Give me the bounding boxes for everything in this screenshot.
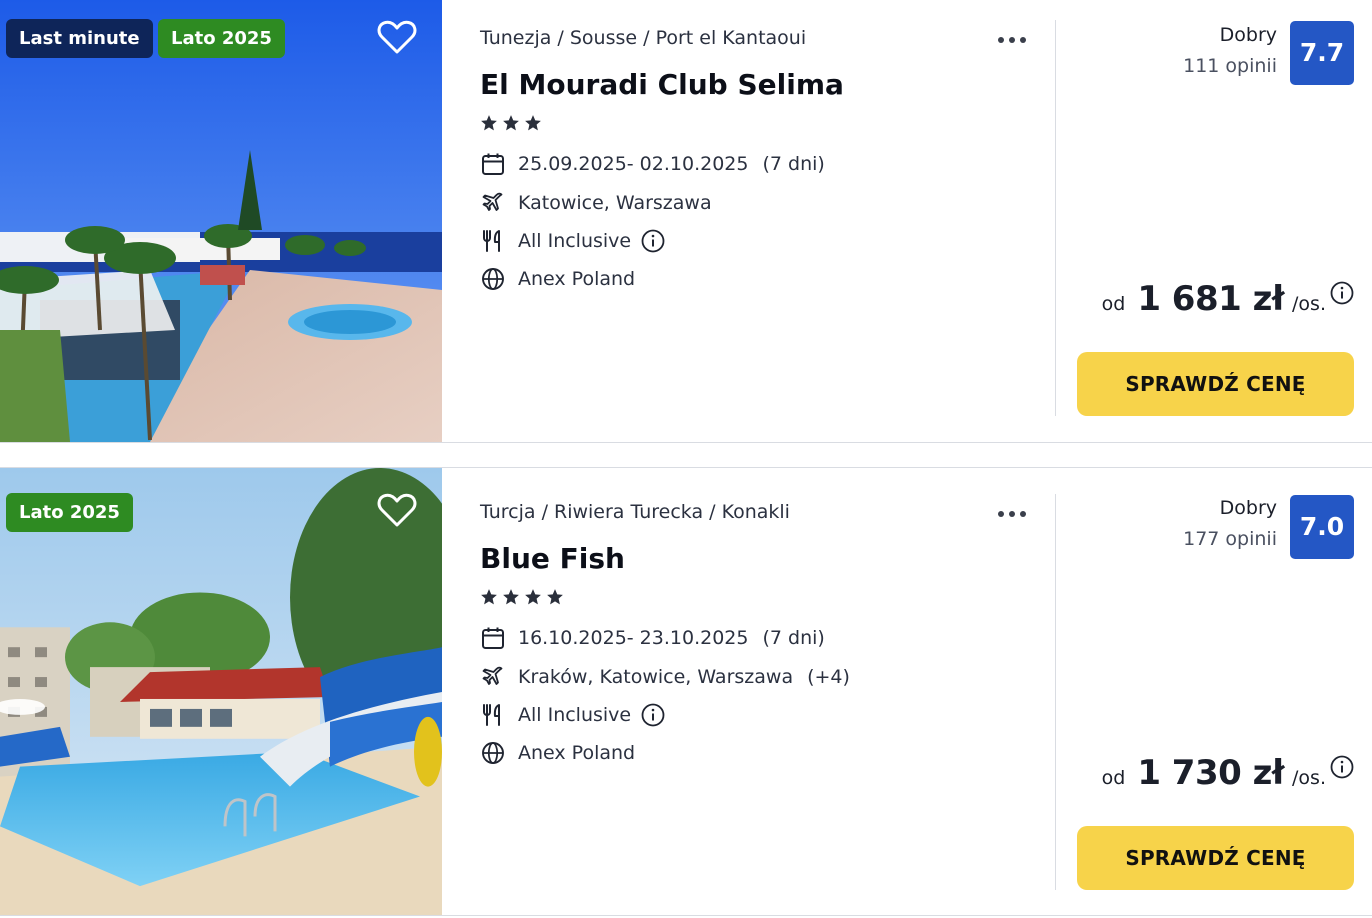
rating-label: Dobry — [1219, 497, 1277, 519]
offer-info: Turcja / Riwiera Turecka / Konakli Blue … — [480, 468, 1040, 916]
duration-text: (7 dni) — [762, 627, 825, 649]
check-price-button[interactable]: SPRAWDŹ CENĘ — [1077, 826, 1354, 890]
rating-count[interactable]: 111 opinii — [1183, 55, 1277, 77]
plane-icon — [482, 666, 503, 685]
duration-text: (7 dni) — [762, 153, 825, 175]
globe-icon — [482, 742, 504, 764]
hotel-photo[interactable] — [0, 0, 442, 442]
more-dots-icon[interactable] — [992, 30, 1032, 50]
info-icon[interactable] — [1330, 755, 1354, 779]
price-amount: 1 681 zł — [1137, 279, 1285, 319]
last-minute-badge: Last minute — [6, 19, 153, 58]
rating-score-badge: 7.7 — [1290, 21, 1354, 85]
season-badge: Lato 2025 — [6, 493, 133, 532]
star-icon — [481, 589, 497, 605]
info-icon[interactable] — [641, 703, 665, 727]
star-icon — [547, 589, 563, 605]
more-dots-icon[interactable] — [992, 504, 1032, 524]
airports-text: Kraków, Katowice, Warszawa — [518, 666, 794, 688]
operator-row: Anex Poland — [480, 266, 635, 292]
board-text: All Inclusive — [518, 230, 632, 252]
hotel-title[interactable]: Blue Fish — [480, 542, 625, 575]
plane-icon — [482, 192, 503, 211]
airports-row: Katowice, Warszawa — [480, 190, 712, 216]
check-price-button[interactable]: SPRAWDŹ CENĘ — [1077, 352, 1354, 416]
rating-score-badge: 7.0 — [1290, 495, 1354, 559]
dates-row: 25.09.2025- 02.10.2025 (7 dni) — [480, 151, 825, 177]
star-icon — [503, 589, 519, 605]
board-text: All Inclusive — [518, 704, 632, 726]
dates-text: 25.09.2025- 02.10.2025 — [518, 153, 749, 175]
dates-row: 16.10.2025- 23.10.2025 (7 dni) — [480, 625, 825, 651]
hotel-title[interactable]: El Mouradi Club Selima — [480, 68, 844, 101]
board-row: All Inclusive — [480, 702, 665, 728]
heart-icon[interactable] — [377, 19, 417, 55]
heart-icon[interactable] — [377, 492, 417, 528]
offer-card[interactable]: Last minute Lato 2025 Tunezja / Sousse /… — [0, 0, 1372, 442]
airports-row: Kraków, Katowice, Warszawa (+4) — [480, 664, 850, 690]
offer-info: Tunezja / Sousse / Port el Kantaoui El M… — [480, 0, 1040, 442]
card-divider — [0, 442, 1372, 443]
star-rating — [480, 114, 542, 136]
breadcrumb[interactable]: Tunezja / Sousse / Port el Kantaoui — [480, 27, 806, 49]
board-row: All Inclusive — [480, 228, 665, 254]
price-amount: 1 730 zł — [1137, 753, 1285, 793]
operator-text: Anex Poland — [518, 742, 636, 764]
star-icon — [525, 115, 541, 131]
offer-card[interactable]: Lato 2025 Turcja / Riwiera Turecka / Kon… — [0, 468, 1372, 916]
price-suffix: /os. — [1292, 767, 1326, 789]
airports-more[interactable]: (+4) — [807, 666, 850, 688]
calendar-icon — [482, 153, 504, 175]
fork-knife-icon — [483, 704, 500, 726]
info-icon[interactable] — [641, 229, 665, 253]
hotel-photo[interactable] — [0, 468, 442, 916]
star-icon — [481, 115, 497, 131]
price-prefix: od — [1101, 293, 1126, 315]
info-icon[interactable] — [1330, 281, 1354, 305]
rating-count[interactable]: 177 opinii — [1183, 528, 1277, 550]
breadcrumb[interactable]: Turcja / Riwiera Turecka / Konakli — [480, 501, 790, 523]
airports-text: Katowice, Warszawa — [518, 192, 712, 214]
globe-icon — [482, 268, 504, 290]
card-divider — [0, 915, 1372, 916]
rating-label: Dobry — [1219, 24, 1277, 46]
price-suffix: /os. — [1292, 293, 1326, 315]
column-divider — [1055, 20, 1056, 416]
price-prefix: od — [1101, 767, 1126, 789]
column-divider — [1055, 494, 1056, 890]
season-badge: Lato 2025 — [158, 19, 285, 58]
price-block: od 1 730 zł /os. — [1102, 753, 1354, 793]
star-rating — [480, 588, 564, 610]
fork-knife-icon — [483, 230, 500, 252]
star-icon — [503, 115, 519, 131]
calendar-icon — [482, 627, 504, 649]
operator-text: Anex Poland — [518, 268, 636, 290]
operator-row: Anex Poland — [480, 740, 635, 766]
star-icon — [525, 589, 541, 605]
price-block: od 1 681 zł /os. — [1102, 279, 1354, 319]
dates-text: 16.10.2025- 23.10.2025 — [518, 627, 749, 649]
